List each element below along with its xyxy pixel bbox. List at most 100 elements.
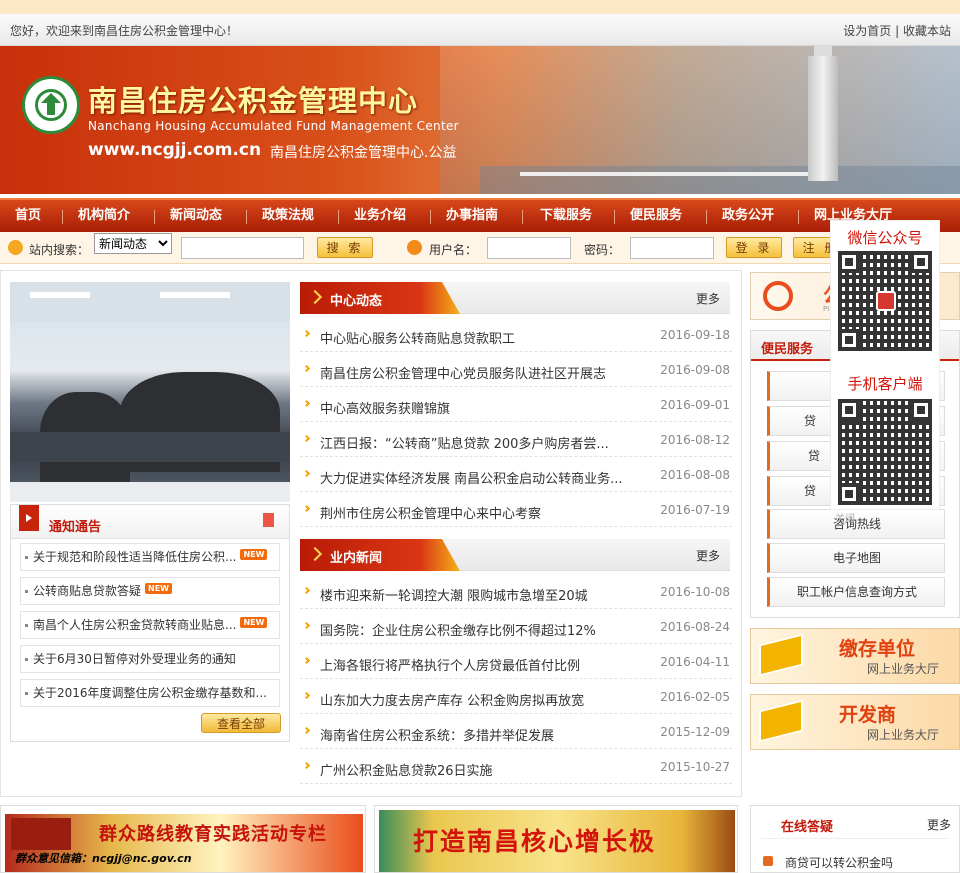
nav-business[interactable]: 业务介绍 (354, 200, 406, 232)
news-item-link[interactable]: 中心高效服务获赠锦旗 (320, 398, 450, 417)
nav-download[interactable]: 下载服务 (540, 200, 592, 232)
notice-panel: 通知通告 关于规范和阶段性适当降低住房公积... NEW 公转商贴息贷款答疑 NEW… (10, 504, 290, 742)
bookmark-link[interactable]: 收藏本站 (903, 24, 951, 38)
photo-light (30, 292, 90, 298)
banner-river (480, 166, 960, 194)
news-item-link[interactable]: 国务院：企业住房公积金缴存比例不得超过12% (320, 620, 596, 639)
nav-separator (522, 210, 523, 224)
banner-bridge (520, 172, 820, 176)
top-strip (0, 0, 960, 14)
news-item: 上海各银行将严格执行个人房贷最低首付比例 2016-04-11 (300, 644, 732, 679)
news-item: 大力促进实体经济发展 南昌公积金启动公转商业务... 2016-08-08 (300, 457, 732, 492)
welcome-text: 您好，欢迎来到南昌住房公积金管理中心！ (10, 24, 239, 38)
center-news-header: 中心动态 更多 (300, 282, 730, 314)
growth-banner-title: 打造南昌核心增长极 (413, 827, 657, 856)
notice-item-text: 关于6月30日暂停对外受理业务的通知 (33, 652, 236, 666)
search-category-select[interactable]: 新闻动态 (94, 233, 172, 254)
notice-item[interactable]: 关于2016年度调整住房公积金缴存基数和... (20, 679, 280, 707)
logo-icon[interactable] (22, 76, 80, 134)
news-item: 海南省住房公积金系统：多措并举促发展 2015-12-09 (300, 714, 732, 749)
bullet-icon (25, 658, 28, 661)
nav-guide[interactable]: 办事指南 (446, 200, 498, 232)
laptop-icon (759, 699, 803, 743)
nav-home[interactable]: 首页 (15, 200, 41, 232)
service-account-query[interactable]: 职工帐户信息查询方式 (767, 577, 945, 607)
news-item-link[interactable]: 中心贴心服务公转商贴息贷款职工 (320, 328, 515, 347)
chevron-right-icon (302, 691, 311, 700)
news-item-link[interactable]: 江西日报：“公转商”贴息贷款 200多户购房者尝... (320, 433, 609, 452)
top-links: 设为首页 | 收藏本站 (843, 22, 951, 39)
news-item-link[interactable]: 山东加大力度去房产库存 公积金购房拟再放宽 (320, 690, 584, 709)
nav-government[interactable]: 政务公开 (722, 200, 774, 232)
convenience-title: 便民服务 (761, 342, 814, 357)
view-all-button[interactable]: 查看全部 (201, 713, 281, 733)
online-qa-item[interactable]: 商贷可以转公积金吗 (785, 854, 893, 871)
industry-news-title: 业内新闻 (330, 551, 383, 566)
login-button[interactable]: 登 录 (726, 237, 782, 258)
news-item-date: 2016-07-19 (660, 503, 730, 517)
qr-finder (838, 329, 860, 351)
developer-banner[interactable]: 开发商 网上业务大厅 (750, 694, 960, 750)
username-label: 用户名： (429, 243, 478, 257)
top-bar: 您好，欢迎来到南昌住房公积金管理中心！ 设为首页 | 收藏本站 (0, 14, 960, 46)
site-gongyi: 南昌住房公积金管理中心.公益 (270, 145, 457, 161)
online-qa-more-link[interactable]: 更多 (927, 816, 951, 833)
logo-door (47, 103, 55, 115)
nav-separator (246, 210, 247, 224)
news-item-link[interactable]: 广州公积金贴息贷款26日实施 (320, 760, 493, 779)
nav-about[interactable]: 机构简介 (78, 200, 130, 232)
search-button[interactable]: 搜 索 (317, 237, 373, 258)
notice-item[interactable]: 关于规范和阶段性适当降低住房公积... NEW (20, 543, 280, 571)
nav-separator (706, 210, 707, 224)
notice-item[interactable]: 关于6月30日暂停对外受理业务的通知 (20, 645, 280, 673)
deposit-unit-banner[interactable]: 缴存单位 网上业务大厅 (750, 628, 960, 684)
deposit-unit-sub: 网上业务大厅 (867, 662, 940, 676)
photo-strip (10, 482, 290, 502)
service-map[interactable]: 电子地图 (767, 543, 945, 573)
nav-separator (614, 210, 615, 224)
campaign-banner[interactable]: 群众路线教育实践活动专栏 群众意见信箱：ncgjj@nc.gov.cn (0, 805, 366, 873)
news-photo[interactable] (10, 282, 290, 502)
center-news-tab: 中心动态 (300, 282, 460, 314)
news-item-link[interactable]: 海南省住房公积金系统：多措并举促发展 (320, 725, 554, 744)
nav-separator (798, 210, 799, 224)
center-news-more-link[interactable]: 更多 (696, 290, 720, 307)
news-item-date: 2016-08-08 (660, 468, 730, 482)
set-home-link[interactable]: 设为首页 (843, 24, 891, 38)
news-item-link[interactable]: 上海各银行将严格执行个人房贷最低首付比例 (320, 655, 580, 674)
nav-convenience[interactable]: 便民服务 (630, 200, 682, 232)
chevron-right-icon (302, 469, 311, 478)
nav-separator (338, 210, 339, 224)
news-item-date: 2016-08-12 (660, 433, 730, 447)
arrow-icon (307, 289, 323, 305)
username-input[interactable] (487, 237, 571, 259)
user-icon (407, 240, 422, 255)
news-item-link[interactable]: 荆州市住房公积金管理中心来中心考察 (320, 503, 541, 522)
news-item-link[interactable]: 南昌住房公积金管理中心党员服务队进社区开展志 (320, 363, 606, 382)
photo-ceiling (10, 282, 290, 322)
password-input[interactable] (630, 237, 714, 259)
news-item-link[interactable]: 楼市迎来新一轮调控大潮 限购城市急增至20城 (320, 585, 588, 604)
notice-item-text: 关于规范和阶段性适当降低住房公积... (33, 550, 237, 564)
growth-banner[interactable]: 打造南昌核心增长极 (374, 805, 738, 873)
public-query-sub: PI (823, 305, 830, 313)
search-input[interactable] (181, 237, 304, 259)
news-item: 南昌住房公积金管理中心党员服务队进社区开展志 2016-09-08 (300, 352, 732, 387)
industry-news-more-link[interactable]: 更多 (696, 547, 720, 564)
news-item-link[interactable]: 大力促进实体经济发展 南昌公积金启动公转商业务... (320, 468, 623, 487)
notice-item-text: 关于2016年度调整住房公积金缴存基数和... (33, 686, 267, 700)
news-item-date: 2015-12-09 (660, 725, 730, 739)
news-item: 中心贴心服务公转商贴息贷款职工 2016-09-18 (300, 317, 732, 352)
news-item-date: 2016-09-08 (660, 363, 730, 377)
site-title: 南昌住房公积金管理中心 (88, 84, 419, 118)
qr-close-link[interactable]: 关闭 (830, 510, 860, 525)
nav-policy[interactable]: 政策法规 (262, 200, 314, 232)
industry-news-header: 业内新闻 更多 (300, 539, 730, 571)
notice-item-text: 南昌个人住房公积金贷款转商业贴息... (33, 618, 237, 632)
campaign-banner-title: 群众路线教育实践活动专栏 (99, 824, 327, 845)
notice-item[interactable]: 公转商贴息贷款答疑 NEW (20, 577, 280, 605)
news-item: 楼市迎来新一轮调控大潮 限购城市急增至20城 2016-10-08 (300, 574, 732, 609)
notice-item[interactable]: 南昌个人住房公积金贷款转商业贴息... NEW (20, 611, 280, 639)
center-news-title: 中心动态 (330, 294, 383, 309)
nav-news[interactable]: 新闻动态 (170, 200, 222, 232)
